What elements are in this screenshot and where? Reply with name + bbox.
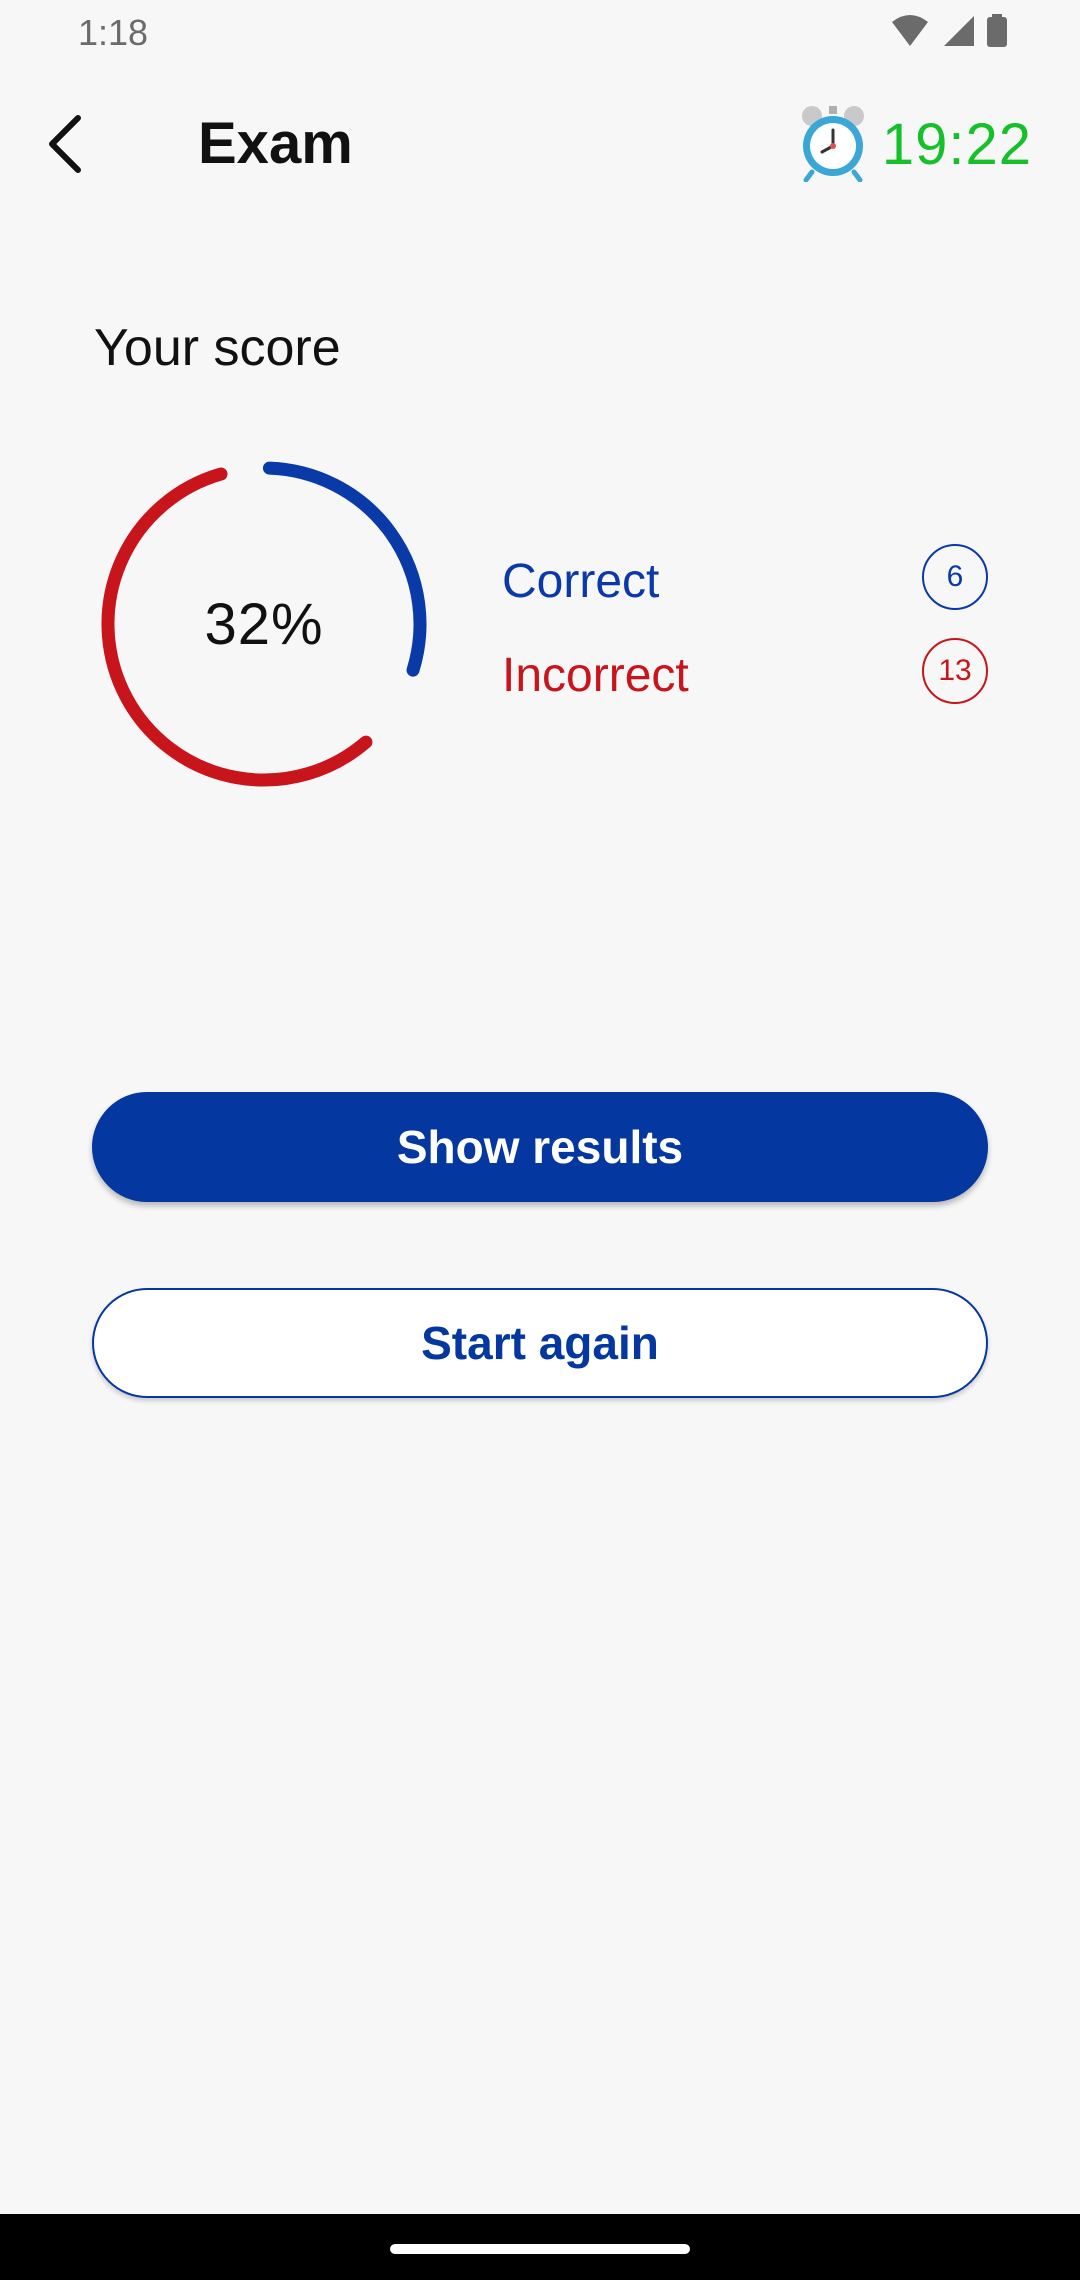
score-heading: Your score (94, 319, 341, 377)
legend-correct: Correct 6 (502, 544, 998, 616)
status-icons (890, 14, 1008, 53)
chevron-left-icon (49, 115, 81, 173)
page-title: Exam (198, 111, 353, 176)
show-results-button[interactable]: Show results (92, 1092, 988, 1202)
correct-label: Correct (502, 555, 660, 608)
signal-icon (940, 14, 976, 53)
system-nav-bar (0, 2214, 1080, 2280)
score-percent: 32% (204, 591, 324, 657)
timer-value: 19:22 (881, 112, 1032, 177)
status-bar: 1:18 (0, 0, 1080, 72)
status-time: 1:18 (78, 12, 149, 53)
legend-incorrect: Incorrect 13 (502, 638, 998, 710)
incorrect-count-badge: 13 (922, 638, 988, 704)
battery-icon (986, 14, 1008, 53)
app-bar: Exam 19:22 (0, 90, 1080, 200)
alarm-clock-icon (798, 102, 868, 187)
wifi-icon (890, 14, 930, 53)
correct-count-badge: 6 (922, 544, 988, 610)
exam-timer: 19:22 (798, 102, 1032, 187)
start-again-button[interactable]: Start again (92, 1288, 988, 1398)
incorrect-label: Incorrect (502, 649, 689, 702)
back-button[interactable] (24, 104, 104, 184)
home-indicator[interactable] (390, 2244, 690, 2254)
